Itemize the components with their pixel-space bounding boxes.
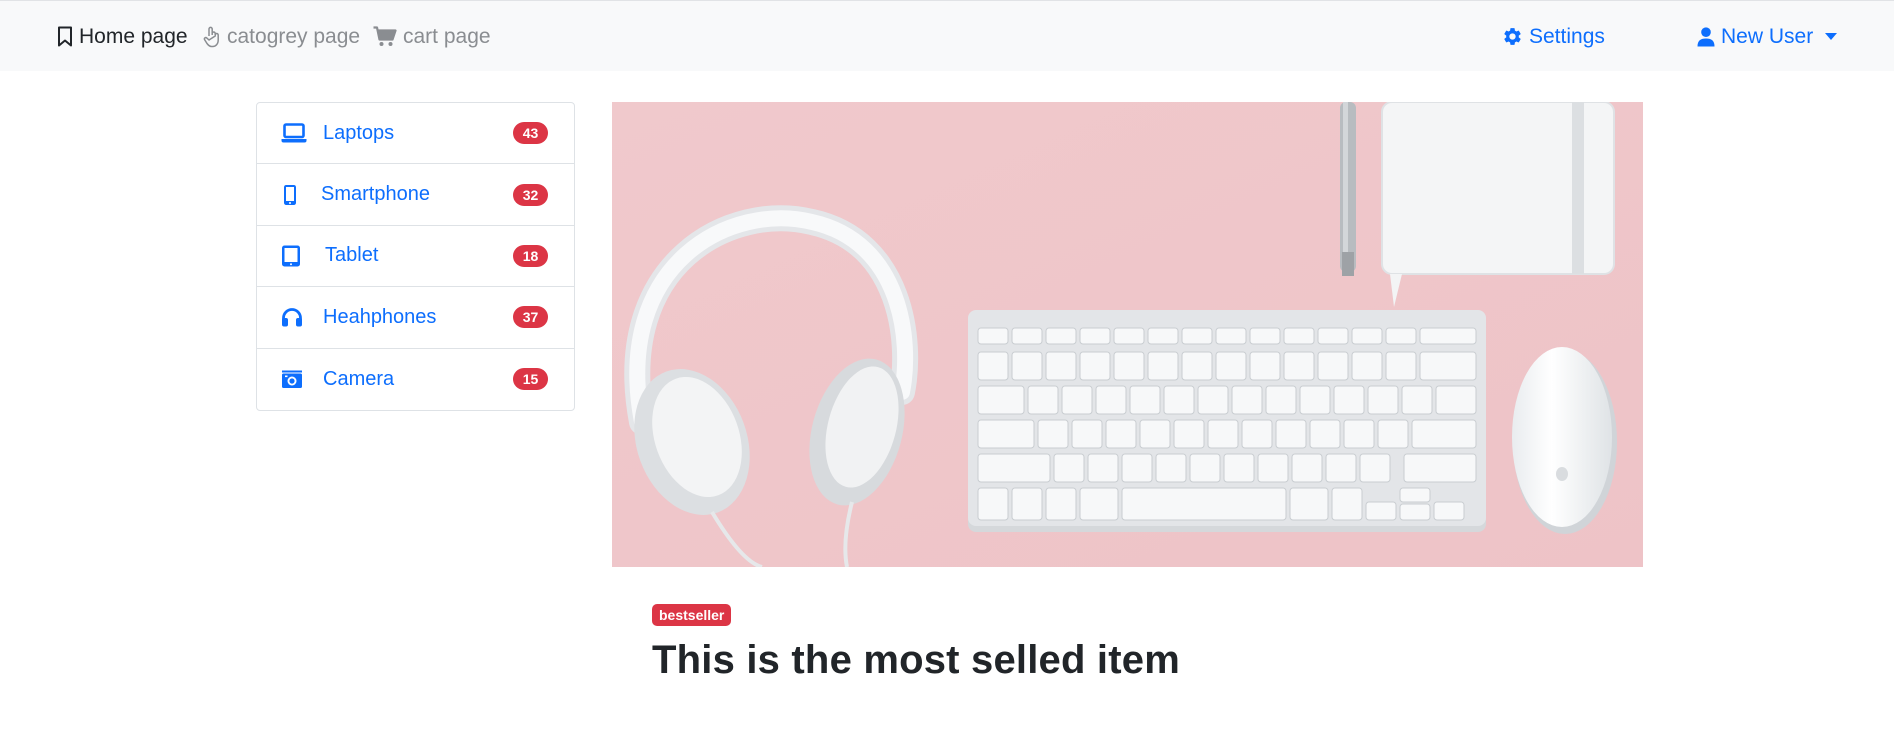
hero-product-image xyxy=(612,102,1643,567)
nav-cart-link[interactable]: cart page xyxy=(373,1,491,72)
gear-icon xyxy=(1502,26,1523,47)
headphones-icon xyxy=(281,307,303,327)
category-item-smartphone[interactable]: Smartphone 32 xyxy=(257,164,574,226)
category-item-headphones[interactable]: Heahphones 37 xyxy=(257,287,574,349)
category-item-laptops[interactable]: Laptops 43 xyxy=(257,103,574,165)
category-label: Smartphone xyxy=(321,183,430,206)
nav-home-label: Home page xyxy=(79,24,188,48)
category-item-tablet[interactable]: Tablet 18 xyxy=(257,226,574,288)
chevron-down-icon xyxy=(1825,33,1838,40)
user-menu-dropdown[interactable]: New User xyxy=(1697,1,1838,72)
top-navbar: Home page catogrey page cart page Settin… xyxy=(0,0,1894,71)
count-badge: 43 xyxy=(513,122,548,145)
bestseller-badge: bestseller xyxy=(652,604,732,626)
nav-category-label: catogrey page xyxy=(227,24,361,48)
category-item-camera[interactable]: Camera 15 xyxy=(257,349,574,410)
keyboard-illustration xyxy=(968,310,1486,532)
laptop-icon xyxy=(281,123,307,143)
category-list: Laptops 43 Smartphone 32 Tablet 18 Heahp… xyxy=(256,102,575,411)
cart-icon xyxy=(373,26,397,47)
category-label: Tablet xyxy=(325,244,379,267)
category-label: Camera xyxy=(323,367,395,390)
category-label: Heahphones xyxy=(323,305,437,328)
hand-pointer-icon xyxy=(203,26,221,48)
user-icon xyxy=(1697,26,1715,47)
tablet-icon xyxy=(281,245,301,267)
featured-title: This is the most selled item xyxy=(652,638,1180,682)
bookmark-icon xyxy=(57,26,73,47)
nav-settings-label: Settings xyxy=(1529,24,1605,48)
nav-home-link[interactable]: Home page xyxy=(57,1,188,72)
user-menu-label: New User xyxy=(1721,24,1814,48)
pen-illustration xyxy=(1340,102,1356,276)
count-badge: 32 xyxy=(513,183,548,206)
smartphone-icon xyxy=(283,184,297,205)
nav-settings-link[interactable]: Settings xyxy=(1502,1,1605,72)
count-badge: 18 xyxy=(513,244,548,267)
category-label: Laptops xyxy=(323,121,395,144)
count-badge: 15 xyxy=(513,368,548,391)
camera-icon xyxy=(281,370,303,389)
nav-category-link[interactable]: catogrey page xyxy=(203,1,360,72)
nav-cart-label: cart page xyxy=(403,24,491,48)
count-badge: 37 xyxy=(513,306,548,329)
